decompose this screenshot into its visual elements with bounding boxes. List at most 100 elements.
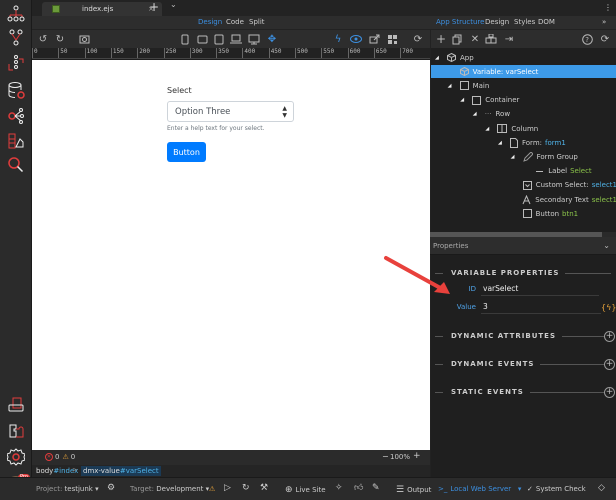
redo-icon[interactable]: ↻ [54, 33, 66, 45]
zoom-in-button[interactable]: + [413, 451, 421, 461]
expand-toggle-icon[interactable]: ◢ [448, 83, 454, 89]
tree-node[interactable]: ◢ Form Group [431, 150, 616, 163]
expand-toggle-icon[interactable]: ◢ [485, 126, 491, 132]
tree-node[interactable]: ◢ ··· Row [431, 108, 616, 121]
refresh-icon[interactable]: ⟳ [412, 33, 424, 45]
build-tools-icon[interactable]: ⚒ [260, 483, 268, 493]
tab-index-ejs[interactable]: index.ejs × [42, 2, 162, 16]
system-check-button[interactable]: ✓ System Check [527, 485, 586, 493]
mode-code[interactable]: Code [226, 18, 244, 26]
expand-toggle-icon[interactable]: ◢ [511, 154, 517, 160]
properties-header[interactable]: Properties ⌄ [430, 237, 616, 255]
more-menu-icon[interactable]: ⋮ [604, 3, 612, 12]
new-tab-button[interactable]: + [149, 0, 159, 14]
expand-toggle-icon[interactable]: ◢ [460, 97, 466, 103]
move-out-icon[interactable]: ⇥ [503, 33, 515, 45]
app-structure-icon[interactable] [6, 4, 26, 24]
tree-node[interactable]: Button btn1 [431, 207, 616, 220]
dynamic-data-picker-icon[interactable]: {ϟ} [601, 303, 616, 312]
device-desktop-icon[interactable] [248, 33, 260, 45]
zoom-out-button[interactable]: − [382, 452, 389, 461]
device-phone-landscape-icon[interactable] [196, 33, 208, 45]
project-selector[interactable]: Project: testjunk ▾ [36, 485, 99, 493]
git-icon[interactable] [6, 28, 26, 48]
left-sidebar: Pro [0, 0, 32, 500]
panel-app-structure[interactable]: App Structure [436, 18, 484, 26]
add-dynamic-event-icon[interactable]: + [604, 358, 615, 370]
tree-node[interactable]: ◢ Main [431, 79, 616, 92]
id-input[interactable]: varSelect [481, 283, 599, 296]
custom-select[interactable]: Option Three ▲ ▼ [167, 101, 294, 122]
panel-dom[interactable]: DOM [538, 18, 555, 26]
value-input[interactable]: 3 [481, 301, 601, 314]
project-settings-icon[interactable]: ⚙ [107, 483, 115, 493]
breadcrumb-item-selected[interactable]: dmx-value#varSelect [81, 466, 161, 476]
add-component-icon[interactable]: + [435, 32, 447, 46]
expand-toggle-icon[interactable]: ◢ [498, 140, 504, 146]
tree-node[interactable]: ◢ Column [431, 122, 616, 135]
delete-icon[interactable]: ✕ [469, 33, 481, 45]
workflow-icon[interactable] [6, 54, 26, 74]
search-icon[interactable] [6, 155, 26, 175]
run-play-icon[interactable]: ▷ [224, 483, 231, 493]
wrap-component-icon[interactable] [485, 33, 497, 45]
local-web-server-button[interactable]: >_ Local Web Server ▾ [438, 485, 521, 493]
add-static-event-icon[interactable]: + [604, 386, 615, 398]
brush-icon[interactable]: ✎ [372, 483, 380, 493]
extensions-icon[interactable] [6, 395, 26, 415]
expand-toggle-icon[interactable]: ◢ [473, 111, 479, 117]
sync-icon[interactable]: ⟳ [599, 33, 611, 45]
expand-panels-icon[interactable]: » [602, 18, 606, 26]
thumbs-up-icon[interactable]: 👍︎ [354, 483, 363, 493]
duplicate-icon[interactable] [451, 33, 463, 45]
assets-icon[interactable] [6, 131, 26, 151]
eraser-icon[interactable]: ◇ [598, 483, 605, 493]
cube-icon [459, 67, 469, 77]
restart-icon[interactable]: ↻ [242, 483, 250, 493]
tree-node[interactable]: Custom Select: select1 [431, 179, 616, 192]
device-tablet-icon[interactable] [213, 33, 225, 45]
value-property-row: Value 3 {ϟ} [431, 300, 616, 314]
output-button[interactable]: ☰ Output [396, 485, 431, 495]
target-selector[interactable]: Target: Development ▾ [130, 485, 209, 493]
open-browser-icon[interactable] [368, 33, 380, 45]
tree-node[interactable]: Variable: varSelect [431, 65, 616, 79]
properties-panel: VARIABLE PROPERTIES ID varSelect Value 3… [430, 255, 616, 477]
move-arrows-icon[interactable]: ✥ [266, 33, 278, 45]
panel-styles[interactable]: Styles [514, 18, 535, 26]
preview-eye-icon[interactable] [350, 33, 362, 45]
settings-gear-icon[interactable] [6, 447, 26, 467]
share-nodes-icon[interactable] [6, 106, 26, 126]
undo-icon[interactable]: ↺ [37, 33, 49, 45]
panel-design[interactable]: Design [485, 18, 509, 26]
help-icon[interactable]: ? [581, 33, 593, 45]
qr-code-icon[interactable] [386, 33, 398, 45]
database-icon[interactable] [6, 80, 26, 100]
sparkle-icon[interactable]: ✧ [335, 483, 343, 493]
tree-node[interactable]: ◢ Form: form1 [431, 136, 616, 149]
tab-list-dropdown[interactable]: ⌄ [170, 0, 177, 9]
screenshot-camera-icon[interactable] [78, 33, 90, 45]
target-warning-icon[interactable]: ⚠ [209, 485, 215, 493]
puzzle-icon[interactable] [6, 421, 26, 441]
error-count[interactable]: ✕ 0 ⚠ 0 [45, 453, 75, 461]
tree-node[interactable]: Secondary Text select1 [431, 193, 616, 206]
tree-node[interactable]: ◢ App [431, 51, 616, 64]
tree-node[interactable]: Label Select [431, 165, 616, 178]
tree-node[interactable]: ◢ Container [431, 94, 616, 107]
mode-split[interactable]: Split [249, 18, 265, 26]
add-dynamic-attribute-icon[interactable]: + [604, 330, 615, 342]
design-canvas[interactable]: Select Option Three ▲ ▼ Enter a help text… [32, 60, 430, 450]
mode-design[interactable]: Design [198, 18, 222, 26]
lightning-icon[interactable]: ϟ [332, 33, 344, 45]
canvas-button[interactable]: Button [167, 142, 206, 162]
tree-node-label: Label [548, 167, 568, 176]
device-laptop-icon[interactable] [230, 33, 242, 45]
expand-toggle-icon[interactable]: ◢ [435, 55, 441, 61]
device-phone-icon[interactable] [179, 33, 191, 45]
element-breadcrumb: body#index > dmx-value#varSelect [32, 465, 430, 477]
cube-icon [447, 53, 456, 62]
collapse-chevron-icon[interactable]: ⌄ [603, 241, 610, 250]
live-site-button[interactable]: ⊕ Live Site [285, 485, 326, 495]
